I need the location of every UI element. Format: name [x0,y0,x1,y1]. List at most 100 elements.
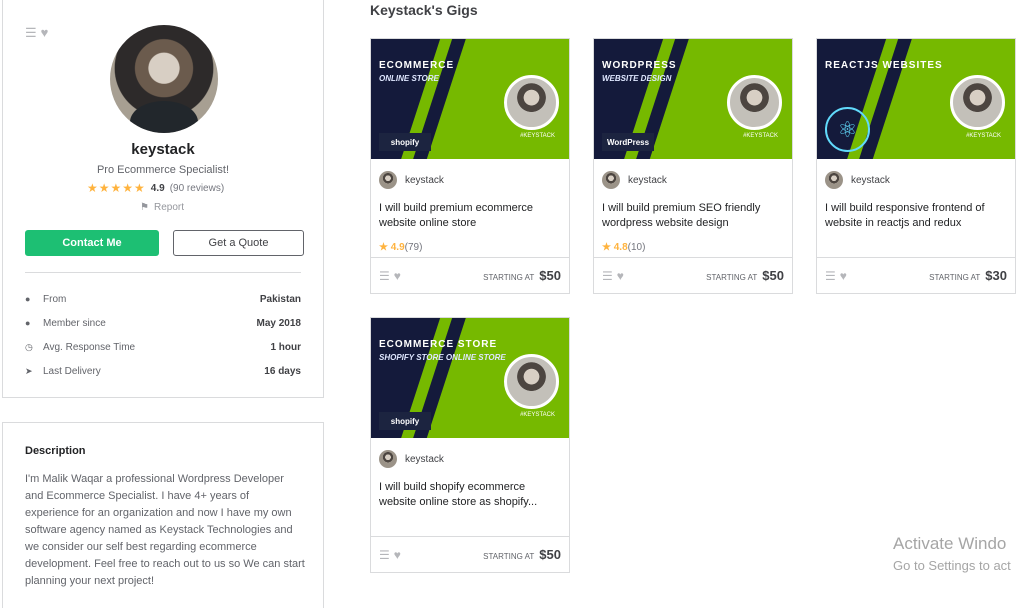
location-icon: ● [25,293,31,304]
react-logo-icon: ⚛ [825,107,870,152]
gig-review-count: (10) [627,242,646,253]
thumb-subtitle: ONLINE STORE [379,74,439,83]
heart-icon[interactable]: ♥ [617,269,624,283]
description-title: Description [25,445,86,457]
seller-avatar [825,171,843,189]
gig-footer: ☰ ♥ STARTING AT $50 [371,536,569,572]
wordpress-logo: WordPress [602,133,654,151]
stat-response-time: ◷ Avg. Response Time 1 hour [25,335,301,359]
heart-icon[interactable]: ♥ [394,269,401,283]
seller-photo [950,75,1005,130]
gig-footer: ☰ ♥ STARTING AT $50 [594,257,792,293]
stat-from: ● From Pakistan [25,287,301,311]
profile-tools[interactable]: ☰ ♥ [25,25,48,41]
watermark-subtitle: Go to Settings to act [893,558,1011,573]
stat-value: 16 days [264,365,301,377]
gig-card[interactable]: ECOMMERCE ONLINE STORE #KEYSTACK shopify… [370,38,570,294]
gig-seller[interactable]: keystack [379,450,444,468]
seller-name: keystack [405,453,444,465]
list-icon[interactable]: ☰ [379,269,390,283]
profile-review-count: (90 reviews) [169,182,225,194]
price-value: $50 [539,268,561,283]
price-label: STARTING AT [483,273,535,282]
seller-name: keystack [851,174,890,186]
thumb-title: ECOMMERCE STORE [379,339,498,350]
gig-seller[interactable]: keystack [379,171,444,189]
price-value: $50 [762,268,784,283]
clock-icon: ◷ [25,341,33,352]
heart-icon[interactable]: ♥ [41,25,49,41]
thumb-title: WORDPRESS [602,60,677,71]
contact-me-button[interactable]: Contact Me [25,230,159,256]
price-value: $50 [539,547,561,562]
profile-divider [25,272,301,273]
gig-seller[interactable]: keystack [825,171,890,189]
thumb-tag: #KEYSTACK [743,133,778,139]
profile-stats: ● From Pakistan ● Member since May 2018 ◷ A… [25,287,301,383]
gig-card[interactable]: WORDPRESS WEBSITE DESIGN #KEYSTACK WordP… [593,38,793,294]
windows-activation-watermark: Activate Windo Go to Settings to act [893,533,1011,577]
stat-label: Avg. Response Time [43,341,136,353]
gig-rating: ★ 4.9(79) [379,242,423,253]
gig-seller[interactable]: keystack [602,171,667,189]
gig-title[interactable]: I will build premium ecommerce website o… [379,201,563,231]
gig-thumbnail[interactable]: WORDPRESS WEBSITE DESIGN #KEYSTACK WordP… [594,39,792,159]
gig-thumbnail[interactable]: ECOMMERCE STORE SHOPIFY STORE ONLINE STO… [371,318,569,438]
thumb-subtitle: WEBSITE DESIGN [602,74,672,83]
gig-card[interactable]: ECOMMERCE STORE SHOPIFY STORE ONLINE STO… [370,317,570,573]
report-link[interactable]: ⚑ Report [140,202,184,213]
price-label: STARTING AT [483,552,535,561]
seller-photo [504,354,559,409]
description-text: I'm Malik Waqar a professional Wordpress… [25,473,305,587]
price-label: STARTING AT [929,273,981,282]
gig-rating-value: 4.8 [613,242,628,253]
list-icon[interactable]: ☰ [379,548,390,562]
gig-title[interactable]: I will build responsive frontend of webs… [825,201,1009,231]
gig-review-count: (79) [404,242,423,253]
profile-avatar [110,25,218,133]
gig-card[interactable]: REACTJS WEBSITES #KEYSTACK ⚛ keystack I … [816,38,1016,294]
gig-thumbnail[interactable]: REACTJS WEBSITES #KEYSTACK ⚛ [817,39,1015,159]
stat-value: Pakistan [259,293,301,305]
seller-name: keystack [628,174,667,186]
list-icon[interactable]: ☰ [25,25,37,41]
seller-avatar [379,450,397,468]
thumb-tag: #KEYSTACK [520,133,555,139]
gig-title[interactable]: I will build premium SEO friendly wordpr… [602,201,786,231]
thumb-title: ECOMMERCE [379,60,455,71]
profile-rating-value: 4.9 [150,182,165,194]
stat-label: Last Delivery [43,365,101,377]
stat-label: From [43,293,67,305]
list-icon[interactable]: ☰ [825,269,836,283]
seller-name: keystack [405,174,444,186]
stat-last-delivery: ➤ Last Delivery 16 days [25,359,301,383]
gig-title[interactable]: I will build shopify ecommerce website o… [379,480,563,510]
thumb-tag: #KEYSTACK [520,412,555,418]
thumb-tag: #KEYSTACK [966,133,1001,139]
stat-label: Member since [43,317,106,329]
send-icon: ➤ [25,365,33,376]
profile-card: ☰ ♥ keystack Pro Ecommerce Specialist! ★… [2,0,324,398]
stat-member-since: ● Member since May 2018 [25,311,301,335]
profile-rating: ★★★★★ 4.9 (90 reviews) [87,181,224,195]
gig-footer: ☰ ♥ STARTING AT $50 [371,257,569,293]
gig-thumbnail[interactable]: ECOMMERCE ONLINE STORE #KEYSTACK shopify [371,39,569,159]
seller-photo [727,75,782,130]
list-icon[interactable]: ☰ [602,269,613,283]
seller-avatar [602,171,620,189]
gigs-title: Keystack's Gigs [370,2,478,18]
shopify-logo: shopify [379,412,431,430]
heart-icon[interactable]: ♥ [394,548,401,562]
seller-photo [504,75,559,130]
price-label: STARTING AT [706,273,758,282]
shopify-logo: shopify [379,133,431,151]
stat-value: May 2018 [256,317,301,329]
star-icons: ★★★★★ [87,181,146,195]
report-label: Report [153,202,184,213]
thumb-subtitle: SHOPIFY STORE ONLINE STORE [379,353,506,362]
price-value: $30 [985,268,1007,283]
get-quote-button[interactable]: Get a Quote [173,230,304,256]
gig-footer: ☰ ♥ STARTING AT $30 [817,257,1015,293]
flag-icon: ⚑ [140,202,149,213]
heart-icon[interactable]: ♥ [840,269,847,283]
